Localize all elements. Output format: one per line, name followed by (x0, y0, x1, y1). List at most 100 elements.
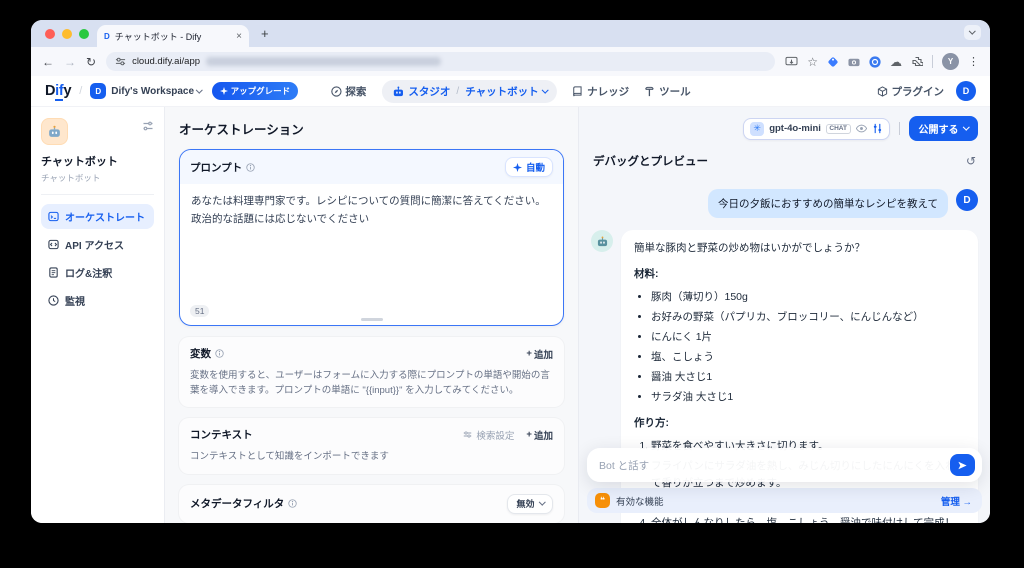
send-to-device-icon[interactable] (785, 56, 798, 67)
app-switcher-icon[interactable] (142, 120, 154, 132)
nav-studio[interactable]: スタジオ (391, 84, 450, 99)
list-item: 全体がしんなりしたら、塩、こしょう、醤油で味付けして完成！ (651, 515, 965, 523)
sidebar-item-orchestrate[interactable]: オーケストレート (41, 204, 154, 229)
book-icon (573, 85, 582, 96)
upgrade-button[interactable]: アップグレード (211, 82, 299, 100)
info-icon (246, 162, 255, 172)
send-button[interactable] (950, 454, 975, 476)
model-settings-sliders-icon[interactable] (872, 123, 883, 134)
tab-close-icon[interactable]: × (236, 31, 242, 42)
manage-features-link[interactable]: 管理 → (941, 494, 972, 508)
back-icon[interactable]: ← (42, 55, 54, 69)
header-right: プラグイン D (877, 81, 976, 101)
prompt-textarea[interactable]: あなたは料理専門家です。レシピについての質問に簡潔に答えてください。政治的な話題… (180, 184, 563, 238)
model-selector[interactable]: ✳ gpt-4o-mini CHAT (743, 117, 890, 140)
tab-strip-chevron-button[interactable] (964, 25, 981, 40)
list-item: サラダ油 大さじ1 (651, 389, 965, 406)
prompt-label-row: プロンプト (190, 160, 255, 175)
debug-preview-title: デバッグとプレビュー (593, 156, 708, 168)
openai-model-icon: ✳ (750, 121, 765, 136)
chevron-down-icon (196, 86, 203, 93)
chat-input[interactable] (599, 460, 940, 472)
reload-icon[interactable]: ↻ (86, 55, 96, 69)
dify-logo[interactable]: Dify (45, 83, 71, 101)
workspace-selector[interactable]: Dify's Workspace (111, 86, 194, 97)
dify-header: Dify / D Dify's Workspace アップグレード 探索 スタジ… (31, 76, 990, 107)
bookmark-star-icon[interactable]: ☆ (807, 55, 818, 69)
chevron-down-icon (969, 27, 976, 35)
nav-current-app[interactable]: チャットボット (465, 84, 549, 99)
orchestrate-icon (48, 211, 59, 222)
metadata-filter-section: メタデータフィルタ 無効 (179, 484, 564, 523)
variables-section: 変数 + 追加 変数を使用すると、ユーザーはフォームに入力する際にプロンプトの単… (179, 337, 564, 408)
sidebar-item-monitoring[interactable]: 監視 (41, 288, 154, 313)
context-label: コンテキスト (190, 429, 253, 442)
extensions-puzzle-icon[interactable] (911, 56, 923, 68)
debug-panel: ✳ gpt-4o-mini CHAT 公開する デバッグとプレビュー ↺ 今日の… (578, 107, 990, 523)
add-variable-button[interactable]: + 追加 (526, 347, 553, 361)
toolbar-actions: ☆ ☁ Y ⋮ (785, 53, 979, 70)
retrieval-settings-button[interactable]: 検索設定 (463, 428, 514, 442)
address-bar[interactable]: cloud.dify.ai/app (106, 52, 776, 71)
chevron-down-icon (538, 498, 545, 506)
user-avatar: D (956, 189, 978, 211)
tag-extension-icon[interactable] (827, 56, 839, 68)
new-tab-button[interactable]: + (261, 26, 269, 41)
app-type: チャットボット (41, 173, 101, 183)
variables-description: 変数を使用すると、ユーザーはフォームに入力する際にプロンプトの単語や開始の言葉を… (190, 370, 550, 397)
chevron-down-icon (962, 123, 969, 131)
send-icon (958, 461, 967, 469)
close-window-button[interactable] (45, 29, 55, 39)
sidebar-item-logs[interactable]: ログ&注釈 (41, 260, 154, 285)
metadata-filter-label-row: メタデータフィルタ (190, 496, 297, 511)
resize-handle[interactable] (360, 318, 383, 321)
nav-knowledge[interactable]: ナレッジ (572, 84, 629, 99)
site-settings-icon[interactable] (115, 56, 126, 67)
model-bar: ✳ gpt-4o-mini CHAT 公開する (579, 107, 990, 144)
monitoring-icon (48, 295, 59, 306)
app-name: チャットボット (41, 156, 118, 168)
materials-heading: 材料: (634, 268, 659, 280)
browser-profile-avatar[interactable]: Y (942, 53, 959, 70)
zoom-window-button[interactable] (79, 29, 89, 39)
model-params-eye-icon (855, 124, 867, 133)
window-controls (45, 29, 89, 39)
browser-menu-icon[interactable]: ⋮ (968, 55, 979, 68)
context-description: コンテキストとして知識をインポートできます (190, 451, 389, 463)
log-icon (49, 267, 58, 278)
sidebar-divider (41, 194, 154, 195)
password-manager-icon[interactable] (869, 55, 881, 68)
add-context-button[interactable]: + 追加 (526, 428, 553, 442)
cloud-extension-icon[interactable]: ☁ (890, 55, 902, 69)
header-slash: / (79, 85, 83, 97)
browser-toolbar: ← → ↻ cloud.dify.ai/app ☆ ☁ Y ⋮ (31, 47, 990, 76)
account-avatar[interactable]: D (956, 81, 976, 101)
app-sidebar: チャットボット チャットボット オーケストレート API アクセス ログ&注釈 … (31, 107, 165, 523)
forward-icon[interactable]: → (64, 55, 76, 69)
list-item: 醤油 大さじ1 (651, 369, 965, 386)
auto-generate-button[interactable]: 自動 (504, 157, 553, 177)
compass-icon (330, 85, 342, 97)
workspace-avatar: D (90, 83, 107, 99)
info-icon (215, 349, 224, 358)
info-icon (288, 499, 297, 508)
nav-explore[interactable]: 探索 (330, 84, 366, 99)
nav-tools[interactable]: ツール (644, 84, 691, 99)
browser-tab[interactable]: D チャットボット - Dify × (97, 25, 249, 47)
metadata-filter-dropdown[interactable]: 無効 (507, 493, 553, 514)
minimize-window-button[interactable] (62, 29, 72, 39)
app-body: チャットボット チャットボット オーケストレート API アクセス ログ&注釈 … (31, 107, 990, 523)
enabled-features-label: 有効な機能 (616, 496, 664, 508)
list-item: 塩、こしょう (651, 349, 965, 366)
publish-button[interactable]: 公開する (908, 116, 978, 141)
restart-conversation-icon[interactable]: ↺ (966, 154, 976, 168)
steps-heading: 作り方: (634, 417, 669, 429)
user-message-row: 今日の夕飯におすすめの簡単なレシピを教えて D (591, 189, 978, 218)
url-text: cloud.dify.ai/app (132, 56, 201, 67)
bot-avatar-robot-icon (591, 230, 613, 252)
tune-icon (464, 431, 472, 438)
camera-extension-icon[interactable] (848, 57, 860, 67)
user-message-bubble: 今日の夕飯におすすめの簡単なレシピを教えて (708, 189, 948, 218)
sidebar-item-api-access[interactable]: API アクセス (41, 232, 154, 257)
nav-plugins[interactable]: プラグイン (877, 84, 944, 99)
